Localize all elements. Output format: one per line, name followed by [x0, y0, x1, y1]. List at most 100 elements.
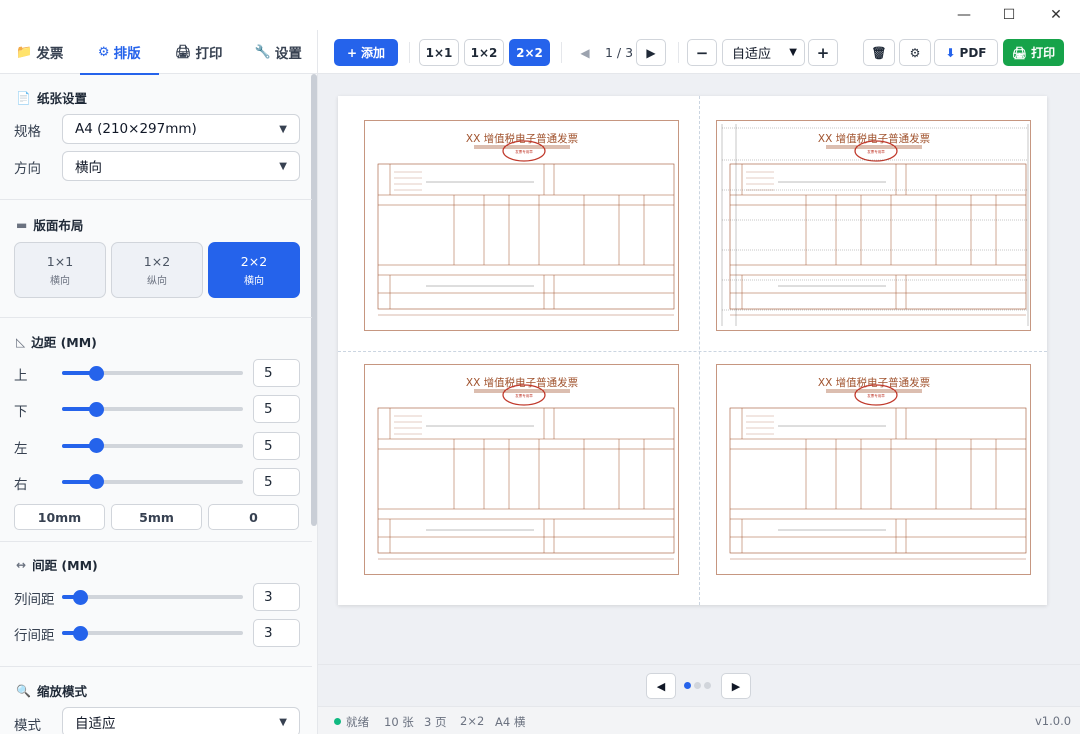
slider-track[interactable] [62, 438, 243, 454]
zoom-in-button[interactable]: + [808, 39, 838, 66]
number-input[interactable]: 5 [253, 467, 300, 496]
pager-next-button[interactable]: ▶ [721, 673, 751, 699]
minimize-button[interactable]: — [941, 0, 987, 30]
layout-option-2x2[interactable]: 2×2 横向 [208, 242, 300, 298]
orientation-select[interactable]: 横向 ▼ [62, 151, 300, 181]
layout-option-1x1[interactable]: 1×1 横向 [14, 242, 106, 298]
slider-thumb[interactable] [72, 589, 88, 605]
tab-settings[interactable]: 🔧 设置 [239, 30, 318, 74]
pager-divider [318, 664, 1080, 665]
status-dot-icon [334, 718, 341, 725]
slider-row: 右5 [0, 467, 312, 496]
plus-icon: + [346, 45, 358, 60]
preset-10mm-button[interactable]: 10mm [14, 504, 105, 530]
slider-label: 列间距 [14, 592, 55, 608]
stamp-text: 发票专用章 [867, 149, 885, 154]
separator [409, 42, 410, 63]
page-dot[interactable] [694, 682, 701, 689]
minus-icon: − [695, 43, 709, 62]
number-input[interactable]: 5 [253, 359, 300, 387]
tab-invoices[interactable]: 📁 发票 [0, 30, 80, 74]
toolbar: + 添加 1×1 1×2 2×2 ◀ 1 / 3 ▶ − 自适应 ▼ + 🗑 ⚙… [318, 30, 1080, 74]
number-input[interactable]: 3 [253, 583, 300, 611]
layout-1x1-button[interactable]: 1×1 [419, 39, 459, 66]
triangle-right-icon: ▶ [646, 45, 656, 60]
pdf-button[interactable]: ⬇ PDF [934, 39, 998, 66]
invoice-preview-3[interactable]: XX 增值税电子普通发票 发票专用章 [364, 364, 680, 576]
triangle-left-icon: ◀ [656, 679, 666, 693]
stamp-text: 发票专用章 [867, 393, 885, 398]
pager-prev-button[interactable]: ◀ [646, 673, 676, 699]
page-dot[interactable] [704, 682, 711, 689]
chevron-down-icon: ▼ [279, 123, 287, 135]
tab-layout[interactable]: ⚙ 排版 [79, 30, 160, 75]
trash-icon: 🗑 [871, 45, 887, 60]
paper-size-select[interactable]: A4 (210×297mm) ▼ [62, 114, 300, 144]
layout-option-title: 1×1 [46, 253, 74, 269]
number-input[interactable]: 5 [253, 395, 300, 424]
status-version: v1.0.0 [1035, 714, 1072, 728]
zoom-select[interactable]: 自适应 ▼ [722, 39, 805, 66]
margins-section-title: ◺ 边距 (MM) [16, 332, 97, 351]
tab-print[interactable]: 🖨 打印 [159, 30, 239, 74]
slider-track[interactable] [62, 365, 243, 381]
print-button[interactable]: 🖨 打印 [1003, 39, 1064, 66]
plus-icon: + [816, 43, 830, 62]
layout-option-1x2[interactable]: 1×2 纵向 [111, 242, 203, 298]
slider-track[interactable] [62, 625, 243, 641]
zoom-out-button[interactable]: − [687, 39, 717, 66]
status-paper: A4 横 [495, 715, 526, 729]
ruler-icon: ◺ [16, 334, 26, 349]
number-input[interactable]: 3 [253, 619, 300, 648]
prev-page-button[interactable]: ◀ [570, 39, 600, 66]
invoice-title: XX 增值税电子普通发票 [818, 132, 930, 145]
zoom-mode-select[interactable]: 自适应 ▼ [62, 707, 300, 734]
invoice-table [729, 163, 1027, 310]
layout-1x2-button[interactable]: 1×2 [464, 39, 504, 66]
next-page-button[interactable]: ▶ [636, 39, 666, 66]
separator [678, 42, 679, 63]
slider-label: 右 [14, 476, 28, 493]
sidebar: 📁 发票 ⚙ 排版 🖨 打印 🔧 设置 📄 纸张设置 规格 A4 (210×29… [0, 30, 318, 734]
document-icon: 📄 [16, 90, 31, 105]
divider [0, 199, 312, 200]
slider-label: 行间距 [14, 628, 55, 645]
page-dot[interactable] [684, 682, 691, 689]
add-label: 添加 [361, 46, 386, 60]
invoice-preview-2[interactable]: XX 增值税电子普通发票发票专用章 [716, 120, 1032, 332]
maximize-button[interactable]: ☐ [986, 0, 1032, 30]
invoice-table [377, 407, 675, 554]
horizontal-arrows-icon: ↔ [16, 557, 27, 572]
preset-5mm-button[interactable]: 5mm [111, 504, 202, 530]
print-label: 打印 [1031, 46, 1056, 60]
slider-label: 下 [14, 404, 28, 421]
slider-row: 列间距 3 [0, 583, 312, 611]
delete-button[interactable]: 🗑 [863, 39, 895, 66]
slider-thumb[interactable] [88, 474, 104, 490]
slider-row: 左5 [0, 431, 312, 460]
settings-button[interactable]: ⚙ [899, 39, 931, 66]
number-input[interactable]: 5 [253, 431, 300, 460]
invoice-preview-4[interactable]: XX 增值税电子普通发票 发票专用章 [716, 364, 1032, 576]
slider-track[interactable] [62, 474, 243, 490]
invoice-table [377, 163, 675, 310]
invoice-table [729, 407, 1027, 554]
slider-track[interactable] [62, 589, 243, 605]
section-title-text: 缩放模式 [36, 684, 87, 699]
invoice-title: XX 增值税电子普通发票 [466, 376, 578, 389]
divider [0, 541, 312, 542]
close-button[interactable]: ✕ [1033, 0, 1079, 30]
slider-thumb[interactable] [88, 365, 104, 381]
slider-thumb[interactable] [88, 438, 104, 454]
slider-thumb[interactable] [72, 625, 88, 641]
preset-0-button[interactable]: 0 [208, 504, 299, 530]
stamp-text: 发票专用章 [515, 149, 533, 154]
tab-label: 发票 [36, 46, 64, 62]
orientation-label: 方向 [14, 161, 41, 177]
invoice-preview-1[interactable]: XX 增值税电子普通发票 发票专用章 [364, 120, 680, 332]
slider-track[interactable] [62, 401, 243, 417]
slider-thumb[interactable] [88, 401, 104, 417]
paper-size-value: A4 (210×297mm) [75, 121, 197, 137]
add-button[interactable]: + 添加 [334, 39, 398, 66]
layout-2x2-button[interactable]: 2×2 [509, 39, 550, 66]
